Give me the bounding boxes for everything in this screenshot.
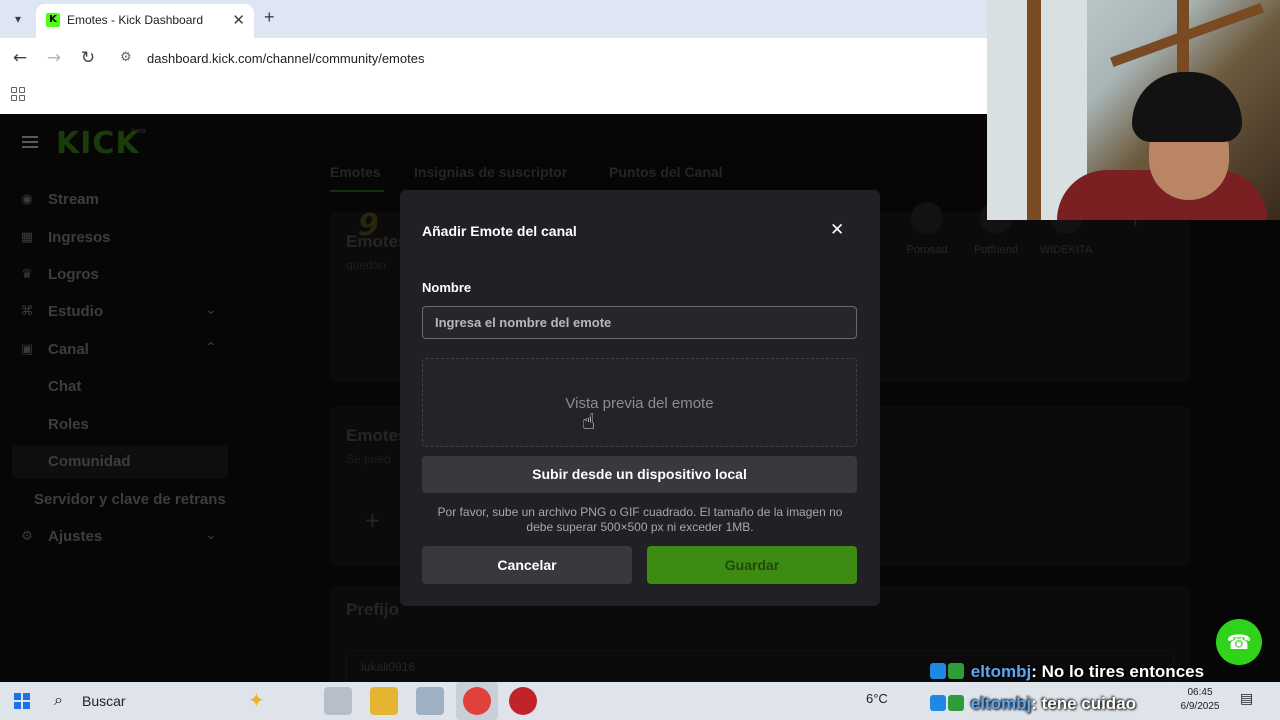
apps-grid-icon[interactable] [11,87,25,101]
browser-tabbar: ▾ K Emotes - Kick Dashboard ✕ + [0,0,987,38]
preview-text: Vista previa del emote [565,395,714,412]
chat-badge-icon [930,695,946,711]
chat-badge-icon [948,663,964,679]
screen: ▾ K Emotes - Kick Dashboard ✕ + ← → ↻ ⚙ … [0,0,1280,720]
chat-username: eltombj [970,694,1032,713]
add-emote-dialog: Añadir Emote del canal ✕ Nombre Vista pr… [400,190,880,606]
upload-help-text: Por favor, sube un archivo PNG o GIF cua… [437,505,843,534]
task-view-icon[interactable] [324,687,352,715]
webcam-overlay [987,0,1280,220]
tab-search-icon[interactable]: ▾ [6,7,30,31]
copilot-sparkle-icon[interactable]: ✦ [248,688,265,712]
browser-tab-active[interactable]: K Emotes - Kick Dashboard ✕ [36,4,254,38]
bookmarks-bar [0,80,987,114]
back-icon[interactable]: ← [9,48,31,68]
name-label: Nombre [422,280,472,295]
chat-badge-icon [948,695,964,711]
notification-icon[interactable]: ▤ [1240,691,1253,707]
hand-cursor-icon: ☝ [582,410,596,435]
upload-local-button[interactable]: Subir desde un dispositivo local [422,456,857,493]
chat-message: eltombj: tene cuidao [930,694,1136,714]
forward-icon[interactable]: → [43,48,65,68]
taskbar-search[interactable]: Buscar [82,693,126,709]
app-icon[interactable] [509,687,537,715]
emote-preview-area[interactable]: Vista previa del emote [422,358,857,447]
webcam-beam [1027,0,1041,220]
chat-text: : tene cuidao [1031,694,1137,713]
webcam-person [1132,72,1242,142]
tab-title: Emotes - Kick Dashboard [67,13,204,27]
clock[interactable]: 06:45 6/9/2025 [1170,686,1230,714]
address-bar[interactable]: ⚙ dashboard.kick.com/channel/community/e… [111,43,981,75]
site-info-icon[interactable]: ⚙ [120,50,132,65]
close-icon[interactable]: ✕ [830,220,844,240]
windows-start-icon[interactable] [14,693,30,709]
chat-badge-icon [930,663,946,679]
save-button[interactable]: Guardar [647,546,857,584]
chat-message: eltombj: No lo tires entonces [930,662,1204,682]
cancel-button[interactable]: Cancelar [422,546,632,584]
chat-username: eltombj [970,662,1032,681]
clock-time: 06:45 [1187,687,1213,698]
app-icon[interactable] [416,687,444,715]
chat-text: : No lo tires entonces [1031,662,1205,681]
clock-date: 6/9/2025 [1180,701,1220,712]
tab-close-icon[interactable]: ✕ [232,11,245,29]
file-explorer-icon[interactable] [370,687,398,715]
dialog-title: Añadir Emote del canal [422,223,577,239]
kick-favicon-icon: K [46,13,60,27]
search-icon[interactable]: ⌕ [54,690,63,710]
support-headset-icon[interactable]: ☎ [1216,619,1262,665]
reload-icon[interactable]: ↻ [77,48,99,68]
url-text: dashboard.kick.com/channel/community/emo… [147,51,425,66]
browser-toolbar: ← → ↻ ⚙ dashboard.kick.com/channel/commu… [0,38,987,80]
new-tab-icon[interactable]: + [264,7,275,28]
weather-widget[interactable]: 6°C [866,691,888,706]
chrome-icon[interactable] [463,687,491,715]
emote-name-input[interactable] [422,306,857,339]
